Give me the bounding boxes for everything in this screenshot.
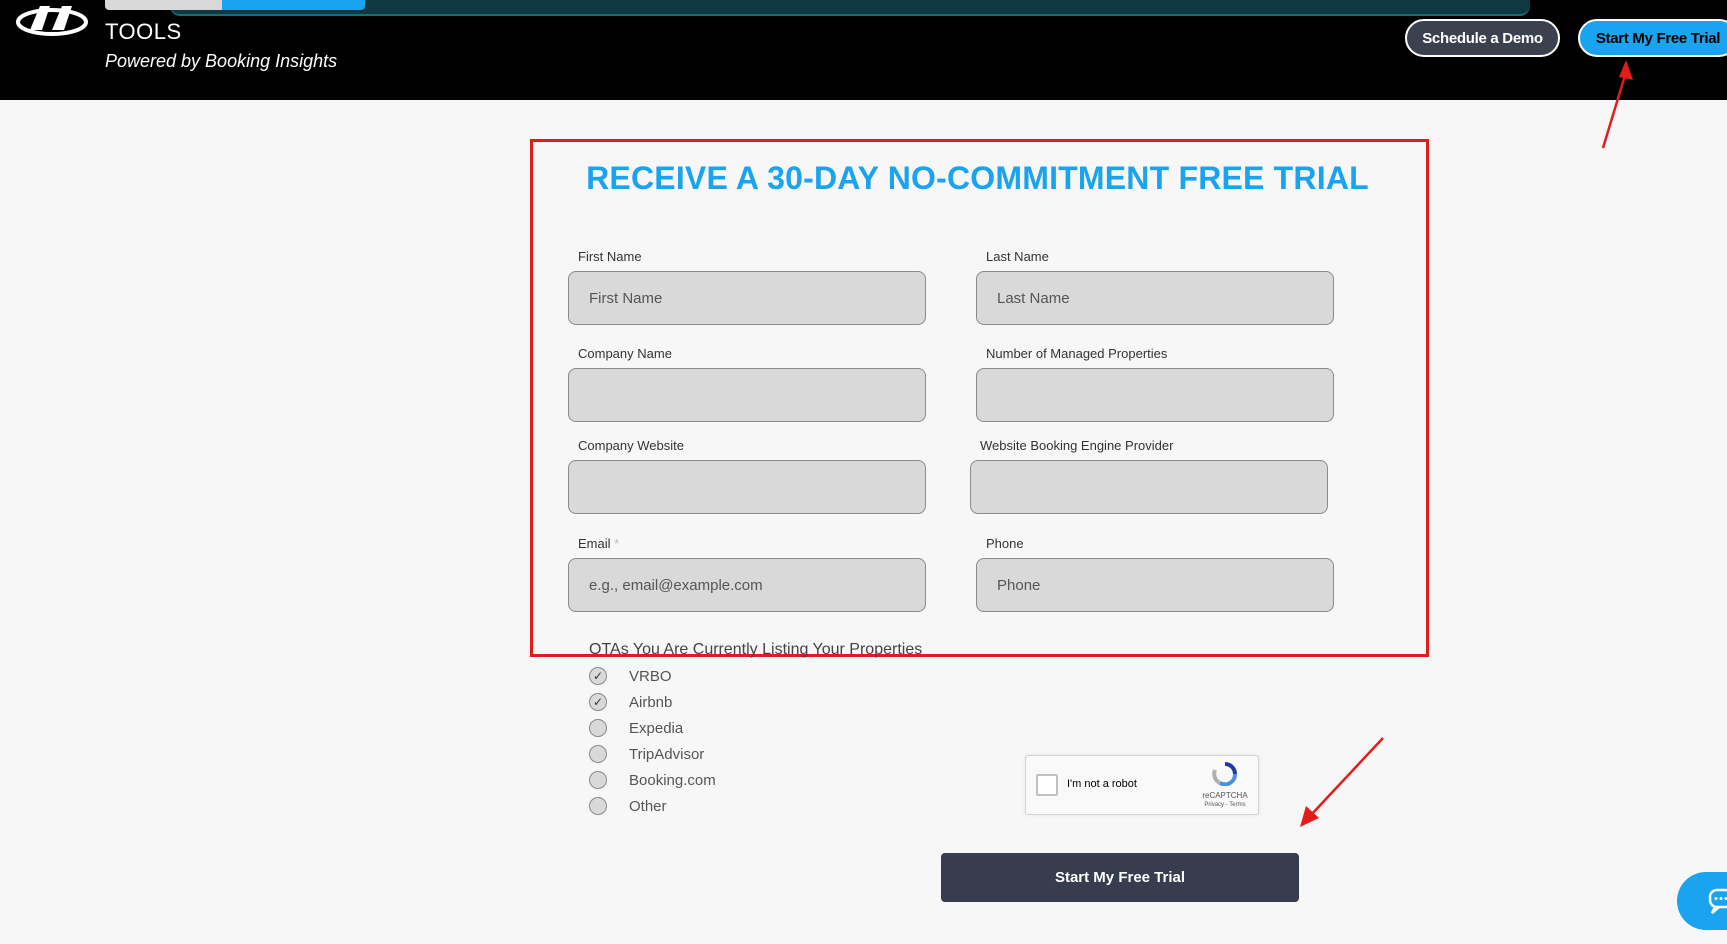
ota-option-tripadvisor[interactable]: TripAdvisor [589, 744, 704, 764]
phone-input[interactable] [976, 558, 1334, 612]
site-header: TOOLS Powered by Booking Insights Schedu… [0, 0, 1727, 100]
arrow-to-submit-button [1300, 737, 1384, 827]
brand-tools-text: TOOLS [105, 19, 182, 44]
booking-engine-label: Website Booking Engine Provider [980, 438, 1174, 453]
check-icon[interactable]: ✓ [589, 693, 607, 711]
first-name-label: First Name [578, 249, 642, 264]
ota-option-airbnb[interactable]: ✓ Airbnb [589, 692, 672, 712]
company-website-label: Company Website [578, 438, 684, 453]
check-icon[interactable]: ✓ [589, 667, 607, 685]
email-label: Email * [578, 536, 619, 551]
ota-option-label: Booking.com [629, 771, 716, 789]
brand-wordmark [105, 0, 365, 10]
booking-engine-input[interactable] [970, 460, 1328, 514]
recaptcha-icon [1212, 762, 1237, 786]
last-name-input[interactable] [976, 271, 1334, 325]
radio-icon[interactable] [589, 719, 607, 737]
recaptcha-terms-link[interactable]: Privacy - Terms [1194, 802, 1256, 808]
radio-icon[interactable] [589, 771, 607, 789]
first-name-input[interactable] [568, 271, 926, 325]
recaptcha-checkbox[interactable] [1036, 774, 1058, 796]
chat-icon [1708, 888, 1727, 914]
ota-option-other[interactable]: Other [589, 796, 667, 816]
company-name-label: Company Name [578, 346, 672, 361]
brand-logo-icon [16, 6, 88, 36]
required-mark: * [614, 536, 620, 551]
company-website-input[interactable] [568, 460, 926, 514]
recaptcha-brand: reCAPTCHA [1202, 791, 1248, 800]
email-input[interactable] [568, 558, 926, 612]
form-heading: RECEIVE A 30-DAY NO-COMMITMENT FREE TRIA… [586, 160, 1369, 196]
ota-option-vrbo[interactable]: ✓ VRBO [589, 666, 672, 686]
ota-option-label: TripAdvisor [629, 745, 705, 763]
email-label-text: Email [578, 536, 611, 551]
ota-option-expedia[interactable]: Expedia [589, 718, 683, 738]
chat-launcher[interactable] [1677, 872, 1727, 930]
managed-properties-input[interactable] [976, 368, 1334, 422]
header-start-trial-button[interactable]: Start My Free Trial [1578, 19, 1727, 57]
ota-title: OTAs You Are Currently Listing Your Prop… [589, 641, 923, 658]
recaptcha-widget: I'm not a robot reCAPTCHA Privacy - Term… [1025, 755, 1259, 815]
ota-option-label: VRBO [629, 667, 672, 685]
recaptcha-label: I'm not a robot [1067, 778, 1137, 790]
ota-option-label: Airbnb [629, 693, 673, 711]
ota-option-label: Other [629, 797, 667, 815]
company-name-input[interactable] [568, 368, 926, 422]
radio-icon[interactable] [589, 745, 607, 763]
radio-icon[interactable] [589, 797, 607, 815]
submit-start-trial-button[interactable]: Start My Free Trial [941, 853, 1299, 902]
brand-tagline: Powered by Booking Insights [105, 51, 338, 71]
ota-option-booking[interactable]: Booking.com [589, 770, 716, 790]
phone-label: Phone [986, 536, 1024, 551]
managed-properties-label: Number of Managed Properties [986, 346, 1168, 361]
ota-option-label: Expedia [629, 719, 684, 737]
schedule-demo-button[interactable]: Schedule a Demo [1405, 19, 1560, 57]
last-name-label: Last Name [986, 249, 1049, 264]
browser-strip [170, 0, 1530, 16]
